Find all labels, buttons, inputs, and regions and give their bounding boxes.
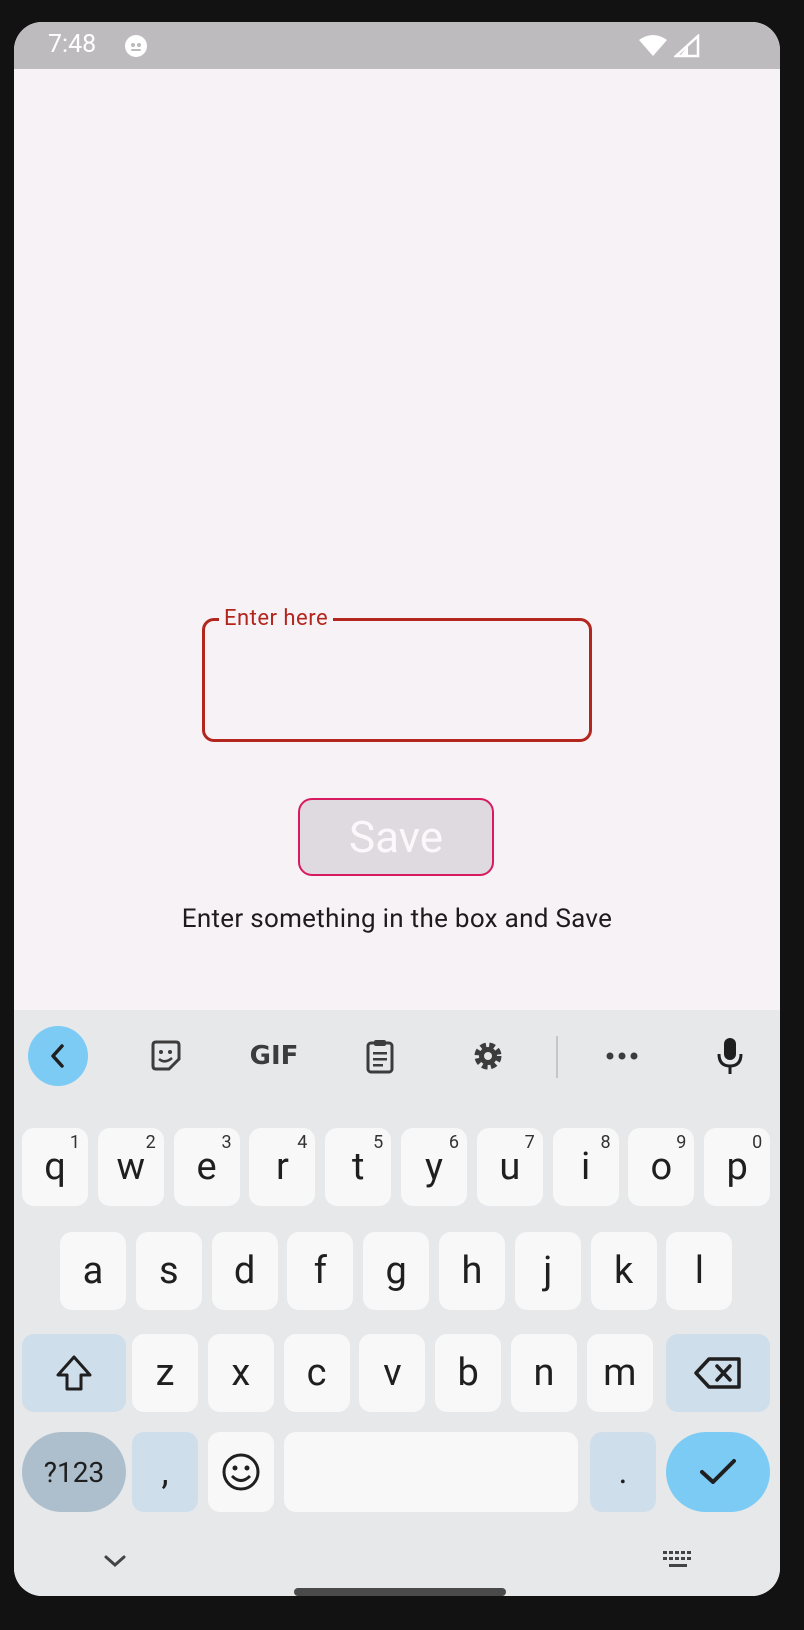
done-key[interactable]	[666, 1432, 770, 1512]
key-hint-number: 3	[221, 1132, 232, 1153]
key-b[interactable]: b	[435, 1334, 502, 1412]
more-icon[interactable]	[592, 1026, 652, 1086]
status-bar: 7:48	[14, 22, 780, 69]
key-s[interactable]: s	[135, 1232, 202, 1310]
key-hint-number: 2	[145, 1132, 156, 1153]
key-n[interactable]: n	[511, 1334, 577, 1412]
signal-icon	[674, 34, 700, 58]
main-content	[14, 69, 780, 1032]
key-h[interactable]: h	[439, 1232, 505, 1310]
key-hint-number: 6	[448, 1132, 459, 1153]
key-f[interactable]: f	[287, 1232, 354, 1310]
key-r[interactable]: r4	[249, 1128, 316, 1206]
key-d[interactable]: d	[211, 1232, 278, 1310]
phone-screen: 7:48 Enter here Save Enter something in …	[14, 22, 780, 1596]
status-time: 7:48	[48, 30, 97, 59]
sticker-icon[interactable]	[136, 1026, 196, 1086]
key-c[interactable]: c	[283, 1334, 350, 1412]
key-j[interactable]: j	[514, 1232, 581, 1310]
shift-icon	[56, 1355, 92, 1391]
key-y[interactable]: y6	[401, 1128, 467, 1206]
toolbar-divider	[556, 1036, 558, 1078]
keyboard-switch-icon[interactable]	[662, 1550, 694, 1572]
app-notification-icon	[125, 35, 147, 57]
key-hint-number: 9	[676, 1132, 687, 1153]
keyboard: GIF q1w2e3r4t5y6u7i8o9p0 asdfghjkl zxcvb…	[14, 1010, 780, 1596]
space-key[interactable]	[284, 1432, 578, 1512]
gear-icon[interactable]	[458, 1026, 518, 1086]
text-input[interactable]	[215, 631, 575, 727]
key-i[interactable]: i8	[552, 1128, 619, 1206]
shift-key[interactable]	[22, 1334, 126, 1412]
comma-key[interactable]: ,	[132, 1432, 198, 1512]
emoji-key[interactable]	[208, 1432, 274, 1512]
key-x[interactable]: x	[207, 1334, 274, 1412]
gif-icon[interactable]: GIF	[244, 1026, 304, 1086]
key-o[interactable]: o9	[628, 1128, 695, 1206]
mic-icon[interactable]	[700, 1026, 760, 1086]
key-hint-number: 7	[524, 1132, 535, 1153]
key-m[interactable]: m	[586, 1334, 653, 1412]
wifi-icon	[639, 35, 667, 56]
key-hint-number: 8	[600, 1132, 611, 1153]
backspace-key[interactable]	[666, 1334, 770, 1412]
key-a[interactable]: a	[60, 1232, 126, 1310]
key-u[interactable]: u7	[476, 1128, 543, 1206]
symbols-key[interactable]: ?123	[22, 1432, 126, 1512]
key-z[interactable]: z	[132, 1334, 198, 1412]
hide-keyboard-icon[interactable]	[102, 1552, 128, 1570]
clipboard-icon[interactable]	[350, 1026, 410, 1086]
key-hint-number: 5	[373, 1132, 384, 1153]
key-hint-number: 0	[752, 1132, 763, 1153]
key-v[interactable]: v	[359, 1334, 426, 1412]
key-w[interactable]: w2	[97, 1128, 164, 1206]
home-handle[interactable]	[294, 1588, 506, 1596]
key-k[interactable]: k	[590, 1232, 657, 1310]
backspace-icon	[694, 1357, 741, 1389]
key-l[interactable]: l	[666, 1232, 733, 1310]
key-q[interactable]: q1	[22, 1128, 88, 1206]
text-field[interactable]: Enter here	[202, 605, 592, 742]
key-p[interactable]: p0	[704, 1128, 771, 1206]
key-g[interactable]: g	[363, 1232, 430, 1310]
key-t[interactable]: t5	[325, 1128, 392, 1206]
key-hint-number: 4	[297, 1132, 308, 1153]
save-button[interactable]: Save	[298, 798, 494, 876]
field-label: Enter here	[219, 605, 334, 633]
key-e[interactable]: e3	[173, 1128, 240, 1206]
emoji-icon	[222, 1453, 260, 1491]
key-hint-number: 1	[69, 1132, 80, 1153]
checkmark-icon	[700, 1459, 736, 1484]
back-icon[interactable]	[28, 1026, 88, 1086]
keyboard-toolbar: GIF	[14, 1010, 780, 1106]
instruction-text: Enter something in the box and Save	[181, 904, 613, 934]
period-key[interactable]: .	[590, 1432, 656, 1512]
